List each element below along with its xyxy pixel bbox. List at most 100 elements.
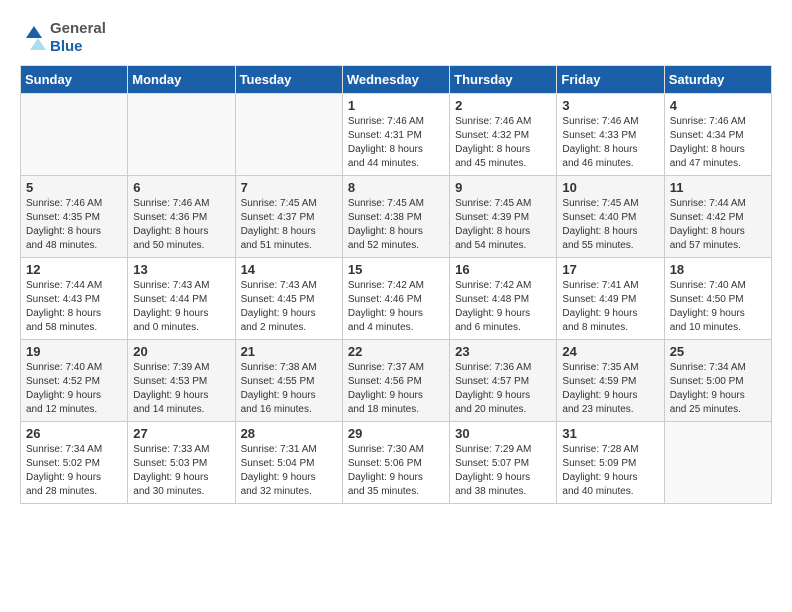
- day-number: 9: [455, 180, 551, 195]
- day-number: 18: [670, 262, 766, 277]
- week-row-2: 5 Sunrise: 7:46 AM Sunset: 4:35 PM Daylig…: [21, 176, 772, 258]
- day-cell: 26 Sunrise: 7:34 AM Sunset: 5:02 PM Dayli…: [21, 422, 128, 504]
- week-row-3: 12Sunrise: 7:44 AM Sunset: 4:43 PM Dayli…: [21, 258, 772, 340]
- day-info: Sunrise: 7:34 AM Sunset: 5:00 PM Dayligh…: [670, 362, 746, 415]
- day-number: 4: [670, 98, 766, 113]
- day-number: 19: [26, 344, 122, 359]
- day-info: Sunrise: 7:46 AM Sunset: 4:32 PM Dayligh…: [455, 116, 531, 169]
- day-cell: 6 Sunrise: 7:46 AM Sunset: 4:36 PM Daylig…: [128, 176, 235, 258]
- day-info: Sunrise: 7:28 AM Sunset: 5:09 PM Dayligh…: [562, 444, 638, 497]
- day-info: Sunrise: 7:31 AM Sunset: 5:04 PM Dayligh…: [241, 444, 317, 497]
- day-cell: [21, 94, 128, 176]
- day-number: 8: [348, 180, 444, 195]
- day-cell: 30 Sunrise: 7:29 AM Sunset: 5:07 PM Dayli…: [450, 422, 557, 504]
- week-row-5: 26 Sunrise: 7:34 AM Sunset: 5:02 PM Dayli…: [21, 422, 772, 504]
- day-number: 3: [562, 98, 658, 113]
- logo-general-text: General: [50, 20, 106, 37]
- day-cell: 20Sunrise: 7:39 AM Sunset: 4:53 PM Dayli…: [128, 340, 235, 422]
- day-cell: [235, 94, 342, 176]
- day-info: Sunrise: 7:29 AM Sunset: 5:07 PM Dayligh…: [455, 444, 531, 497]
- logo-icon: [20, 24, 48, 52]
- day-cell: 3 Sunrise: 7:46 AM Sunset: 4:33 PM Daylig…: [557, 94, 664, 176]
- day-number: 2: [455, 98, 551, 113]
- day-number: 5: [26, 180, 122, 195]
- day-cell: [128, 94, 235, 176]
- day-cell: 18 Sunrise: 7:40 AM Sunset: 4:50 PM Dayli…: [664, 258, 771, 340]
- day-info: Sunrise: 7:30 AM Sunset: 5:06 PM Dayligh…: [348, 444, 424, 497]
- day-info: Sunrise: 7:35 AM Sunset: 4:59 PM Dayligh…: [562, 362, 638, 415]
- week-row-1: 1 Sunrise: 7:46 AM Sunset: 4:31 PM Daylig…: [21, 94, 772, 176]
- day-cell: 17 Sunrise: 7:41 AM Sunset: 4:49 PM Dayli…: [557, 258, 664, 340]
- day-info: Sunrise: 7:43 AM Sunset: 4:45 PM Dayligh…: [241, 280, 317, 333]
- day-cell: 31 Sunrise: 7:28 AM Sunset: 5:09 PM Dayli…: [557, 422, 664, 504]
- day-info: Sunrise: 7:46 AM Sunset: 4:31 PM Dayligh…: [348, 116, 424, 169]
- page-header: General Blue: [20, 20, 772, 55]
- day-cell: 14Sunrise: 7:43 AM Sunset: 4:45 PM Dayli…: [235, 258, 342, 340]
- day-info: Sunrise: 7:41 AM Sunset: 4:49 PM Dayligh…: [562, 280, 638, 333]
- day-cell: 1 Sunrise: 7:46 AM Sunset: 4:31 PM Daylig…: [342, 94, 449, 176]
- day-number: 17: [562, 262, 658, 277]
- day-cell: 2 Sunrise: 7:46 AM Sunset: 4:32 PM Daylig…: [450, 94, 557, 176]
- day-number: 11: [670, 180, 766, 195]
- day-number: 29: [348, 426, 444, 441]
- day-number: 26: [26, 426, 122, 441]
- day-info: Sunrise: 7:34 AM Sunset: 5:02 PM Dayligh…: [26, 444, 102, 497]
- day-info: Sunrise: 7:36 AM Sunset: 4:57 PM Dayligh…: [455, 362, 531, 415]
- day-cell: 21 Sunrise: 7:38 AM Sunset: 4:55 PM Dayli…: [235, 340, 342, 422]
- header-cell-thursday: Thursday: [450, 66, 557, 94]
- day-cell: 28 Sunrise: 7:31 AM Sunset: 5:04 PM Dayli…: [235, 422, 342, 504]
- day-number: 7: [241, 180, 337, 195]
- day-info: Sunrise: 7:40 AM Sunset: 4:52 PM Dayligh…: [26, 362, 102, 415]
- day-number: 21: [241, 344, 337, 359]
- day-cell: 11 Sunrise: 7:44 AM Sunset: 4:42 PM Dayli…: [664, 176, 771, 258]
- day-cell: 29 Sunrise: 7:30 AM Sunset: 5:06 PM Dayli…: [342, 422, 449, 504]
- calendar-table: SundayMondayTuesdayWednesdayThursdayFrid…: [20, 65, 772, 504]
- day-cell: 9 Sunrise: 7:45 AM Sunset: 4:39 PM Daylig…: [450, 176, 557, 258]
- day-cell: 4Sunrise: 7:46 AM Sunset: 4:34 PM Daylig…: [664, 94, 771, 176]
- logo-blue-text: Blue: [50, 38, 83, 55]
- day-number: 6: [133, 180, 229, 195]
- day-cell: [664, 422, 771, 504]
- day-number: 31: [562, 426, 658, 441]
- day-number: 1: [348, 98, 444, 113]
- day-info: Sunrise: 7:46 AM Sunset: 4:33 PM Dayligh…: [562, 116, 638, 169]
- day-info: Sunrise: 7:39 AM Sunset: 4:53 PM Dayligh…: [133, 362, 209, 415]
- day-info: Sunrise: 7:42 AM Sunset: 4:48 PM Dayligh…: [455, 280, 531, 333]
- day-number: 27: [133, 426, 229, 441]
- day-info: Sunrise: 7:44 AM Sunset: 4:42 PM Dayligh…: [670, 198, 746, 251]
- day-cell: 25 Sunrise: 7:34 AM Sunset: 5:00 PM Dayli…: [664, 340, 771, 422]
- day-info: Sunrise: 7:45 AM Sunset: 4:39 PM Dayligh…: [455, 198, 531, 251]
- header-cell-monday: Monday: [128, 66, 235, 94]
- day-info: Sunrise: 7:40 AM Sunset: 4:50 PM Dayligh…: [670, 280, 746, 333]
- day-cell: 12Sunrise: 7:44 AM Sunset: 4:43 PM Dayli…: [21, 258, 128, 340]
- header-cell-saturday: Saturday: [664, 66, 771, 94]
- day-number: 28: [241, 426, 337, 441]
- day-cell: 22 Sunrise: 7:37 AM Sunset: 4:56 PM Dayli…: [342, 340, 449, 422]
- day-info: Sunrise: 7:37 AM Sunset: 4:56 PM Dayligh…: [348, 362, 424, 415]
- day-cell: 10Sunrise: 7:45 AM Sunset: 4:40 PM Dayli…: [557, 176, 664, 258]
- week-row-4: 19 Sunrise: 7:40 AM Sunset: 4:52 PM Dayli…: [21, 340, 772, 422]
- logo: General Blue: [20, 20, 106, 55]
- day-cell: 5 Sunrise: 7:46 AM Sunset: 4:35 PM Daylig…: [21, 176, 128, 258]
- day-number: 23: [455, 344, 551, 359]
- header-cell-tuesday: Tuesday: [235, 66, 342, 94]
- day-info: Sunrise: 7:38 AM Sunset: 4:55 PM Dayligh…: [241, 362, 317, 415]
- day-info: Sunrise: 7:44 AM Sunset: 4:43 PM Dayligh…: [26, 280, 102, 333]
- day-info: Sunrise: 7:45 AM Sunset: 4:40 PM Dayligh…: [562, 198, 638, 251]
- day-number: 22: [348, 344, 444, 359]
- day-info: Sunrise: 7:46 AM Sunset: 4:36 PM Dayligh…: [133, 198, 209, 251]
- day-number: 15: [348, 262, 444, 277]
- day-info: Sunrise: 7:33 AM Sunset: 5:03 PM Dayligh…: [133, 444, 209, 497]
- day-cell: 13Sunrise: 7:43 AM Sunset: 4:44 PM Dayli…: [128, 258, 235, 340]
- day-cell: 15 Sunrise: 7:42 AM Sunset: 4:46 PM Dayli…: [342, 258, 449, 340]
- header-cell-wednesday: Wednesday: [342, 66, 449, 94]
- header-cell-friday: Friday: [557, 66, 664, 94]
- day-number: 25: [670, 344, 766, 359]
- day-number: 30: [455, 426, 551, 441]
- header-cell-sunday: Sunday: [21, 66, 128, 94]
- day-info: Sunrise: 7:46 AM Sunset: 4:35 PM Dayligh…: [26, 198, 102, 251]
- day-cell: 24Sunrise: 7:35 AM Sunset: 4:59 PM Dayli…: [557, 340, 664, 422]
- day-info: Sunrise: 7:42 AM Sunset: 4:46 PM Dayligh…: [348, 280, 424, 333]
- day-cell: 7Sunrise: 7:45 AM Sunset: 4:37 PM Daylig…: [235, 176, 342, 258]
- logo-container: General Blue: [20, 20, 106, 55]
